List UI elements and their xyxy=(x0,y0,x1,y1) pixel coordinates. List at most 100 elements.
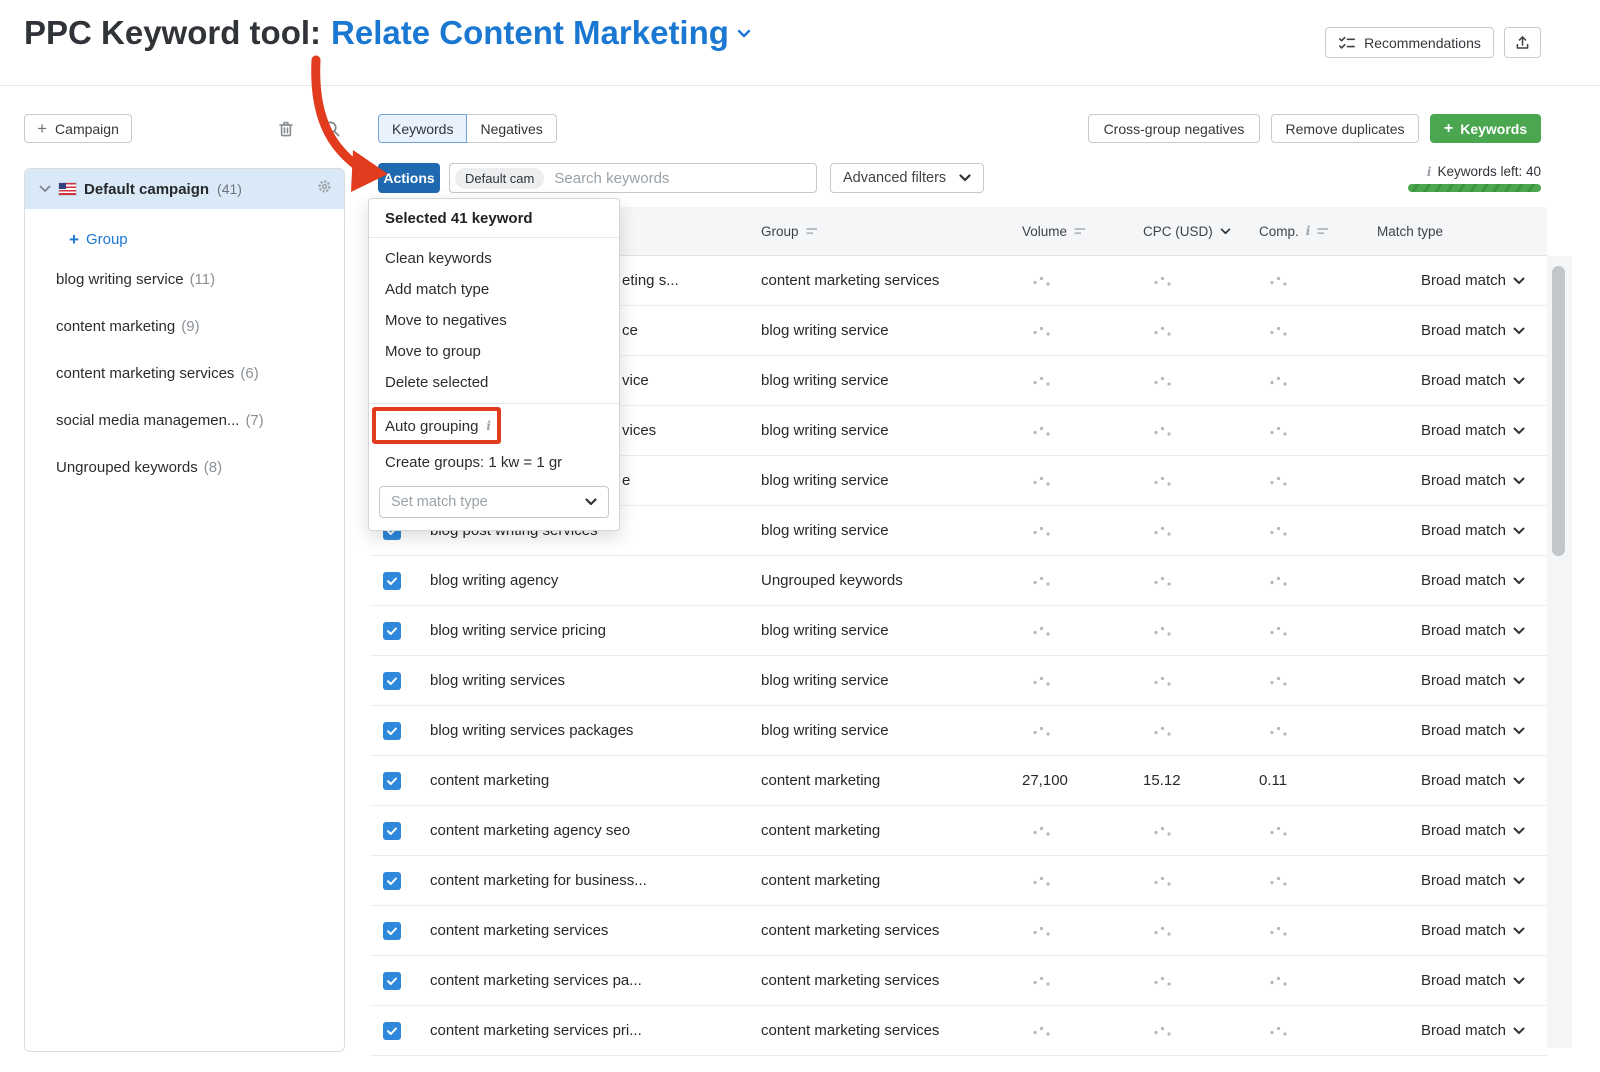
search-icon[interactable] xyxy=(322,119,342,139)
chevron-down-icon xyxy=(1513,1027,1525,1035)
search-keywords-input[interactable] xyxy=(552,169,808,188)
row-checkbox[interactable] xyxy=(383,922,401,940)
comp-cell xyxy=(1244,475,1362,487)
keyword-cell: blog writing agency xyxy=(420,572,745,589)
add-group-button[interactable]: + Group xyxy=(69,231,128,248)
set-match-type-select[interactable]: Set match type xyxy=(379,486,609,518)
menu-item-create-groups[interactable]: Create groups: 1 kw = 1 gr xyxy=(369,448,619,478)
header-comp[interactable]: Comp. i xyxy=(1244,224,1362,239)
header-cpc[interactable]: CPC (USD) xyxy=(1128,224,1244,239)
match-type-dropdown[interactable]: Broad match xyxy=(1362,522,1547,539)
match-type-dropdown[interactable]: Broad match xyxy=(1362,922,1547,939)
comp-cell-value: 0.11 xyxy=(1259,772,1287,789)
check-icon xyxy=(386,676,398,686)
header-group[interactable]: Group xyxy=(745,224,1010,239)
add-keywords-button[interactable]: + Keywords xyxy=(1430,114,1541,143)
match-type-label: Broad match xyxy=(1421,422,1506,439)
tab-keywords[interactable]: Keywords xyxy=(378,114,467,143)
tab-negatives[interactable]: Negatives xyxy=(466,114,556,143)
match-type-dropdown[interactable]: Broad match xyxy=(1362,622,1547,639)
menu-item[interactable]: Move to negatives xyxy=(369,305,619,336)
match-type-dropdown[interactable]: Broad match xyxy=(1362,322,1547,339)
group-text: blog writing service xyxy=(761,672,889,689)
sort-icon xyxy=(1074,227,1086,235)
match-type-dropdown[interactable]: Broad match xyxy=(1362,272,1547,289)
row-checkbox[interactable] xyxy=(383,722,401,740)
campaign-title-dropdown[interactable]: Relate Content Marketing xyxy=(331,14,751,52)
export-button[interactable] xyxy=(1504,27,1541,58)
group-name: blog writing service xyxy=(56,271,184,288)
volume-cell xyxy=(1010,625,1128,637)
table-scrollbar-thumb[interactable] xyxy=(1552,266,1565,556)
menu-item[interactable]: Clean keywords xyxy=(369,243,619,274)
group-text: blog writing service xyxy=(761,372,889,389)
row-checkbox[interactable] xyxy=(383,572,401,590)
sidebar-campaign-row[interactable]: Default campaign (41) xyxy=(25,169,344,209)
no-data-dots xyxy=(1269,975,1288,987)
match-type-dropdown[interactable]: Broad match xyxy=(1362,572,1547,589)
table-scrollbar-track[interactable] xyxy=(1547,256,1572,1048)
menu-item[interactable]: Add match type xyxy=(369,274,619,305)
menu-item-auto-grouping[interactable]: Auto grouping i xyxy=(369,404,619,448)
sidebar-group-item[interactable]: Ungrouped keywords(8) xyxy=(25,444,344,491)
table-row: content marketing services pri...content… xyxy=(370,1006,1547,1056)
row-checkbox-cell xyxy=(370,572,420,590)
recommendations-button[interactable]: Recommendations xyxy=(1325,27,1494,58)
advanced-filters-dropdown[interactable]: Advanced filters xyxy=(830,163,984,193)
match-type-dropdown[interactable]: Broad match xyxy=(1362,972,1547,989)
row-checkbox[interactable] xyxy=(383,972,401,990)
volume-cell xyxy=(1010,325,1128,337)
group-cell: blog writing service xyxy=(745,522,1010,539)
keywords-left-progress-bar xyxy=(1408,184,1541,192)
match-type-dropdown[interactable]: Broad match xyxy=(1362,1022,1547,1039)
match-type-label: Broad match xyxy=(1421,472,1506,489)
campaign-title-label: Relate Content Marketing xyxy=(331,14,729,52)
menu-item[interactable]: Move to group xyxy=(369,336,619,367)
volume-cell xyxy=(1010,1025,1128,1037)
row-checkbox-cell xyxy=(370,722,420,740)
match-type-dropdown[interactable]: Broad match xyxy=(1362,822,1547,839)
row-checkbox[interactable] xyxy=(383,622,401,640)
volume-cell xyxy=(1010,875,1128,887)
gear-icon[interactable] xyxy=(317,179,332,199)
match-type-dropdown[interactable]: Broad match xyxy=(1362,672,1547,689)
match-type-dropdown[interactable]: Broad match xyxy=(1362,422,1547,439)
actions-button[interactable]: Actions xyxy=(378,163,440,193)
match-type-dropdown[interactable]: Broad match xyxy=(1362,872,1547,889)
cross-group-negatives-button[interactable]: Cross-group negatives xyxy=(1088,114,1260,143)
sidebar-group-item[interactable]: content marketing services(6) xyxy=(25,350,344,397)
keyword-search-box: Default cam xyxy=(449,163,817,193)
sidebar-group-item[interactable]: blog writing service(11) xyxy=(25,256,344,303)
remove-duplicates-button[interactable]: Remove duplicates xyxy=(1271,114,1419,143)
match-type-dropdown[interactable]: Broad match xyxy=(1362,772,1547,789)
match-type-dropdown[interactable]: Broad match xyxy=(1362,722,1547,739)
keyword-text: blog writing services packages xyxy=(430,722,633,739)
match-type-dropdown[interactable]: Broad match xyxy=(1362,472,1547,489)
row-checkbox[interactable] xyxy=(383,672,401,690)
campaign-count: (41) xyxy=(217,181,242,197)
keyword-text: vice xyxy=(622,372,649,389)
trash-icon[interactable] xyxy=(276,119,296,139)
sidebar-group-item[interactable]: content marketing(9) xyxy=(25,303,344,350)
cpc-cell xyxy=(1128,825,1244,837)
comp-cell xyxy=(1244,925,1362,937)
chevron-down-icon xyxy=(1513,677,1525,685)
row-checkbox-cell xyxy=(370,672,420,690)
chevron-down-icon xyxy=(1513,927,1525,935)
row-checkbox[interactable] xyxy=(383,1022,401,1040)
group-name: social media managemen... xyxy=(56,412,239,429)
row-checkbox[interactable] xyxy=(383,822,401,840)
comp-cell xyxy=(1244,425,1362,437)
add-campaign-button[interactable]: + Campaign xyxy=(24,114,132,143)
add-keywords-label: Keywords xyxy=(1460,121,1527,137)
row-checkbox[interactable] xyxy=(383,772,401,790)
campaign-filter-chip[interactable]: Default cam xyxy=(455,168,544,189)
header-volume[interactable]: Volume xyxy=(1010,224,1128,239)
row-checkbox[interactable] xyxy=(383,872,401,890)
chevron-down-icon xyxy=(39,185,51,193)
sidebar-group-item[interactable]: social media managemen...(7) xyxy=(25,397,344,444)
match-type-dropdown[interactable]: Broad match xyxy=(1362,372,1547,389)
menu-item[interactable]: Delete selected xyxy=(369,367,619,398)
no-data-dots xyxy=(1269,625,1288,637)
group-cell: Ungrouped keywords xyxy=(745,572,1010,589)
